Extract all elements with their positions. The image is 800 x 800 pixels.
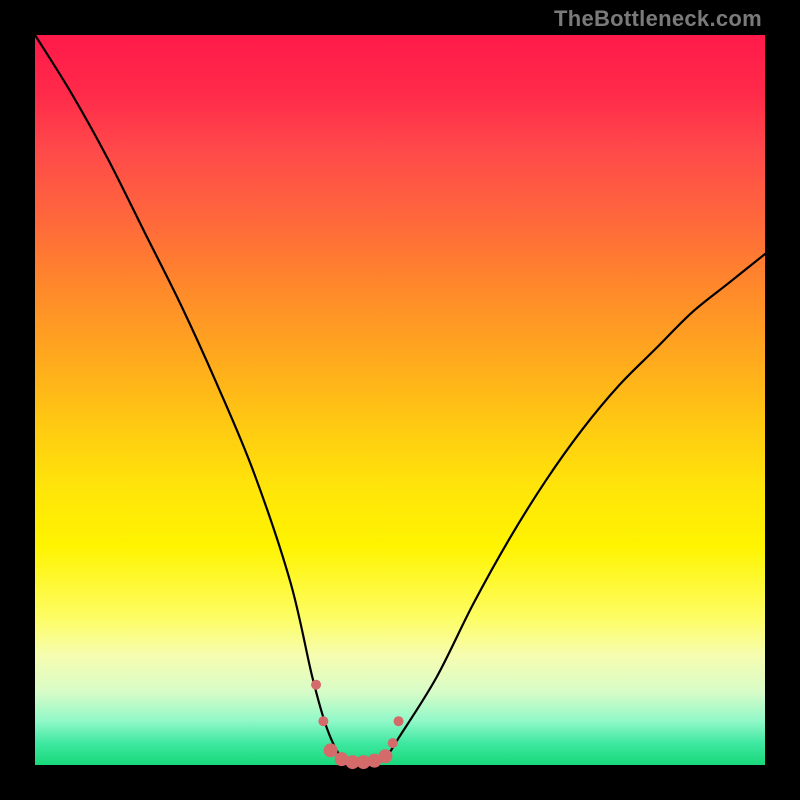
curve-markers [311, 680, 403, 769]
plot-area [35, 35, 765, 765]
watermark-text: TheBottleneck.com [554, 6, 762, 32]
bottleneck-curve [35, 35, 765, 766]
curve-layer [35, 35, 765, 765]
marker-dot [324, 743, 338, 757]
marker-dot [388, 738, 398, 748]
marker-dot [318, 716, 328, 726]
marker-dot [311, 680, 321, 690]
chart-frame: TheBottleneck.com [0, 0, 800, 800]
marker-dot [378, 749, 392, 763]
marker-dot [394, 716, 404, 726]
